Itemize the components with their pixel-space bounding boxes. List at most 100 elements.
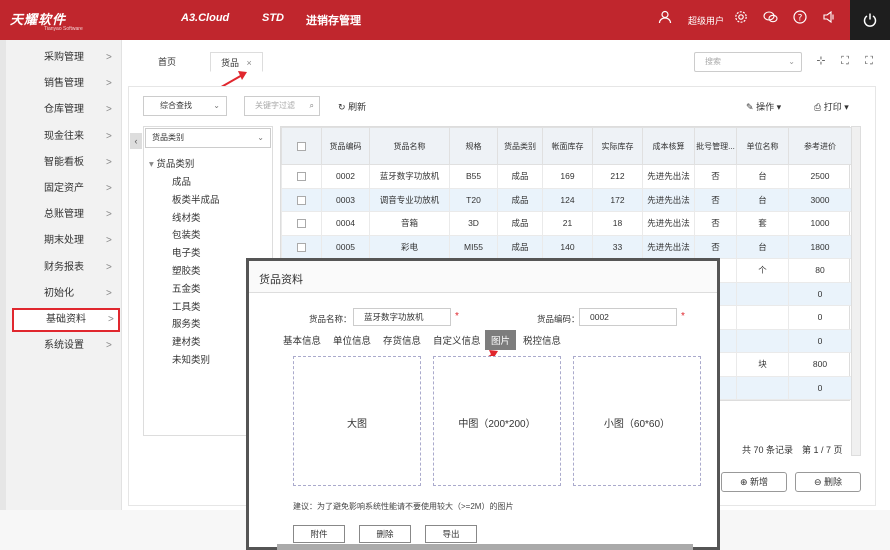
chevron-right-icon: > (106, 287, 112, 299)
table-scrollbar[interactable] (851, 126, 861, 456)
chevron-right-icon: > (106, 183, 112, 194)
column-header[interactable]: 批号管理... (694, 127, 737, 165)
user-icon[interactable] (657, 10, 673, 26)
tab-basic-info[interactable]: 基本信息 (283, 333, 321, 347)
column-header[interactable]: 单位名称 (736, 127, 789, 165)
category-tree-select[interactable]: 货品类别 ⌄ (145, 128, 271, 148)
sidebar-item[interactable]: 系统设置 > (12, 334, 120, 358)
column-header[interactable]: 货品名称 (369, 127, 450, 165)
user-name[interactable]: 超级用户 (688, 14, 724, 27)
column-header[interactable]: 货品编码 (321, 127, 370, 165)
sidebar-item[interactable]: 固定资产 > (12, 177, 120, 201)
power-icon[interactable] (850, 0, 890, 40)
attachment-button[interactable]: 附件 (293, 525, 345, 543)
tab-tax-info[interactable]: 税控信息 (523, 333, 561, 347)
sidebar-item-label: 基础资料 (46, 314, 86, 325)
search-icon[interactable]: ⌕ (310, 97, 314, 115)
table-cell: 彩电 (369, 234, 450, 259)
tree-node[interactable]: 包装类 (172, 227, 201, 241)
table-cell: 否 (694, 234, 737, 259)
sidebar-item[interactable]: 采购管理 > (12, 46, 120, 70)
sidebar-item-label: 智能看板 (44, 156, 84, 168)
tree-node[interactable]: 服务类 (172, 316, 201, 330)
sidebar-item[interactable]: 期末处理 > (12, 229, 120, 253)
print-menu[interactable]: ⎙ 打印 ▾ (814, 100, 849, 113)
table-row[interactable]: 0002 蓝牙数字功放机 B55 成品 169 212 先进先出法否台 2500 (281, 164, 852, 189)
tab-unit-info[interactable]: 单位信息 (333, 333, 371, 347)
medium-image-slot[interactable]: 中图（200*200） (433, 356, 561, 486)
sidebar-item[interactable]: 初始化 > (12, 282, 120, 306)
tree-node[interactable]: 成品 (172, 174, 191, 188)
column-header[interactable]: 帐面库存 (542, 127, 593, 165)
select-all-checkbox[interactable] (281, 127, 322, 165)
help-icon[interactable]: ? (792, 10, 808, 26)
image-delete-button[interactable]: 删除 (359, 525, 411, 543)
column-header[interactable]: 规格 (449, 127, 498, 165)
large-image-slot[interactable]: 大图 (293, 356, 421, 486)
tree-node[interactable]: 工具类 (172, 299, 201, 313)
dialog-horizontal-scrollbar[interactable] (277, 544, 693, 550)
sidebar-item[interactable]: 总账管理 > (12, 203, 120, 227)
sidebar-item[interactable]: 仓库管理 > (12, 98, 120, 122)
sidebar-item[interactable]: 财务报表 > (12, 256, 120, 280)
row-checkbox[interactable] (281, 187, 322, 212)
column-header[interactable]: 参考进价 (788, 127, 852, 165)
volume-icon[interactable] (821, 10, 837, 26)
row-checkbox[interactable] (281, 164, 322, 189)
column-header[interactable]: 实际库存 (592, 127, 643, 165)
table-row[interactable]: 0005 彩电 MI55 成品 140 33 先进先出法否台 1800 (281, 234, 852, 259)
search-input[interactable]: 搜索 ⌄ (694, 52, 802, 72)
add-button[interactable]: ⊕ 新增 (721, 472, 787, 492)
tree-node[interactable]: 板类半成品 (172, 192, 220, 206)
sidebar-item[interactable]: 基础资料 > (12, 308, 120, 332)
expand-icon[interactable]: ⛶ (862, 54, 876, 68)
table-cell: 成品 (497, 187, 543, 212)
chat-icon[interactable] (762, 10, 778, 26)
chevron-down-icon[interactable]: ⌄ (788, 53, 795, 71)
sidebar-item-label: 固定资产 (44, 183, 84, 194)
tree-node[interactable]: 电子类 (172, 245, 201, 259)
fit-screen-icon[interactable]: ⊹ (814, 54, 828, 68)
tab-stock-info[interactable]: 存货信息 (383, 333, 421, 347)
tab-close-icon[interactable]: × (247, 58, 252, 68)
tab-custom-info[interactable]: 自定义信息 (433, 333, 481, 347)
operations-menu[interactable]: ✎ 操作 ▾ (746, 100, 781, 113)
tree-node[interactable]: 五金类 (172, 281, 201, 295)
column-header[interactable]: 成本核算 (642, 127, 695, 165)
goods-name-field[interactable]: 蓝牙数字功放机 (353, 308, 451, 326)
table-row[interactable]: 0004 音箱 3D 成品 21 18 先进先出法否套 1000 (281, 211, 852, 236)
combined-search-select[interactable]: 综合查找 ⌄ (143, 96, 227, 116)
sidebar-item[interactable]: 销售管理 > (12, 72, 120, 96)
tree-node[interactable]: 建材类 (172, 334, 201, 348)
goods-code-field[interactable]: 0002 (579, 308, 677, 326)
column-header[interactable]: 货品类别 (497, 127, 543, 165)
tree-root[interactable]: ▾ 货品类别 (149, 156, 194, 170)
fullscreen-icon[interactable]: ⛶ (838, 54, 852, 68)
minus-icon: ⊖ (813, 477, 822, 487)
table-cell: 成品 (497, 164, 543, 189)
tree-node[interactable]: 未知类别 (172, 352, 210, 366)
table-cell: 1800 (788, 234, 852, 259)
tab-home[interactable]: 首页 (158, 52, 176, 72)
tree-node[interactable]: 塑胶类 (172, 263, 201, 277)
keyword-filter-input[interactable]: 关键字过滤 ⌕ (244, 96, 320, 116)
tree-node[interactable]: 线材类 (172, 210, 201, 224)
small-image-slot[interactable]: 小图（60*60） (573, 356, 701, 486)
row-checkbox[interactable] (281, 211, 322, 236)
svg-text:?: ? (798, 14, 803, 24)
table-row[interactable]: 0003 调音专业功放机 T20 成品 124 172 先进先出法否台 3000 (281, 187, 852, 212)
row-checkbox[interactable] (281, 234, 322, 259)
sidebar-item[interactable]: 智能看板 > (12, 151, 120, 175)
collapse-left-icon[interactable]: ‹ (130, 133, 142, 149)
table-cell: 800 (788, 352, 852, 377)
sidebar-edge (0, 40, 6, 510)
module-title[interactable]: 进销存管理 (306, 12, 361, 28)
sidebar-item[interactable]: 现金往来 > (12, 125, 120, 149)
export-button[interactable]: 导出 (425, 525, 477, 543)
refresh-button[interactable]: ↻ 刷新 (338, 100, 366, 113)
settings-icon[interactable] (733, 10, 749, 26)
table-cell: 蓝牙数字功放机 (369, 164, 450, 189)
delete-button[interactable]: ⊖ 删除 (795, 472, 861, 492)
chevron-right-icon: > (106, 52, 112, 63)
page-indicator: 第 1 / 7 页 (802, 445, 843, 455)
